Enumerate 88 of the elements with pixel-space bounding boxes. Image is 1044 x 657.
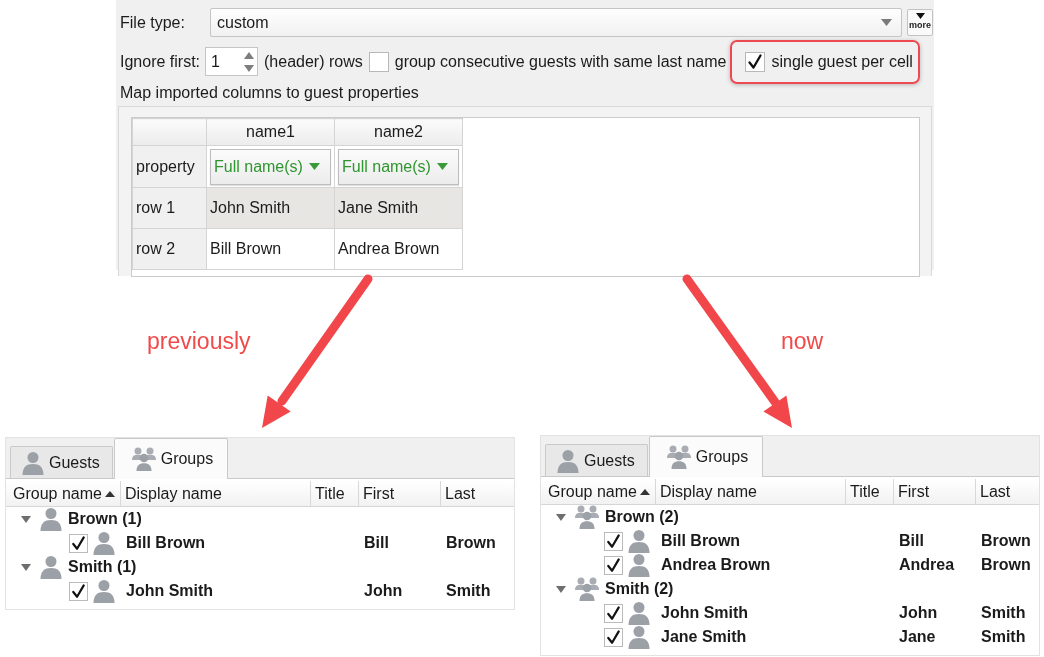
people-icon <box>130 447 157 471</box>
expand-caret-icon[interactable] <box>21 563 31 571</box>
person-icon <box>21 450 45 475</box>
ignore-rows-field[interactable]: 1 <box>205 47 259 76</box>
property-dropdown[interactable]: Full name(s) <box>338 148 459 185</box>
person-icon <box>627 601 651 625</box>
table-cell: Jane Smith <box>334 187 463 229</box>
column-header[interactable]: Display name <box>656 479 846 504</box>
display-name: Bill Brown <box>660 531 742 551</box>
column-header[interactable]: Title <box>846 479 894 504</box>
expand-caret-icon[interactable] <box>556 513 566 521</box>
last-name: Smith <box>980 603 1027 623</box>
caret-icon <box>881 19 892 26</box>
people-icon <box>574 577 600 601</box>
group-name: Smith (1) <box>68 557 137 577</box>
first-name: Bill <box>898 531 925 551</box>
caret-icon <box>437 163 448 170</box>
caret-icon <box>915 13 925 19</box>
caret-icon <box>309 163 320 170</box>
checkbox[interactable] <box>69 581 88 601</box>
last-name: Brown <box>980 531 1032 551</box>
person-icon <box>39 507 63 531</box>
last-name: Smith <box>445 581 492 601</box>
field-label: (header) rows <box>264 51 363 72</box>
display-name: John Smith <box>125 581 215 601</box>
checkbox[interactable] <box>368 51 389 72</box>
row-header: row 2 <box>132 228 207 270</box>
column-header[interactable]: Display name <box>121 481 311 506</box>
person-icon <box>92 579 116 603</box>
table-cell: Bill Brown <box>206 228 335 270</box>
checkbox-label: group consecutive guests with same last name <box>394 51 727 72</box>
checkbox[interactable] <box>604 603 623 623</box>
column-header[interactable]: First <box>894 479 976 504</box>
property-dropdown[interactable]: Full name(s) <box>210 148 331 185</box>
first-name: John <box>363 581 404 601</box>
group-name: Smith (2) <box>605 579 674 599</box>
display-name: Jane Smith <box>660 627 748 647</box>
people-icon <box>665 445 692 469</box>
tab[interactable]: Groups <box>113 438 229 479</box>
column-header: name2 <box>334 118 463 146</box>
person-icon <box>92 531 116 555</box>
tab[interactable]: Groups <box>648 436 764 477</box>
column-header[interactable]: Group name <box>9 481 121 506</box>
table-cell: Andrea Brown <box>334 228 463 270</box>
first-name: Andrea <box>898 555 956 575</box>
column-header[interactable]: Last <box>441 481 514 506</box>
first-name: Jane <box>898 627 937 647</box>
tab[interactable]: Guests <box>10 446 113 478</box>
person-icon <box>556 448 580 473</box>
annotation-label: previously <box>147 328 251 354</box>
checkbox[interactable] <box>745 51 766 72</box>
display-name: John Smith <box>660 603 750 623</box>
field-label: Ignore first: <box>120 51 201 72</box>
table-cell: John Smith <box>206 187 335 229</box>
checkbox[interactable] <box>604 627 623 647</box>
person-icon <box>627 625 651 649</box>
file-type-dropdown[interactable]: custom <box>210 8 902 37</box>
row-header: row 1 <box>132 187 207 229</box>
expand-caret-icon[interactable] <box>556 585 566 593</box>
display-name: Andrea Brown <box>660 555 772 575</box>
last-name: Brown <box>445 533 497 553</box>
more-button[interactable]: more <box>907 9 933 36</box>
last-name: Brown <box>980 555 1032 575</box>
field-label: File type: <box>120 12 186 33</box>
first-name: Bill <box>363 533 390 553</box>
people-icon <box>574 505 600 529</box>
expand-caret-icon[interactable] <box>21 515 31 523</box>
person-icon <box>627 553 651 577</box>
checkbox[interactable] <box>69 533 88 553</box>
person-icon <box>39 555 63 579</box>
section-label: Map imported columns to guest properties <box>120 83 420 103</box>
checkbox[interactable] <box>604 555 623 575</box>
tab[interactable]: Guests <box>545 444 648 476</box>
last-name: Smith <box>980 627 1027 647</box>
group-name: Brown (2) <box>605 507 679 527</box>
checkbox-label: single guest per cell <box>771 51 913 72</box>
column-header: name1 <box>206 118 335 146</box>
annotation-label: now <box>781 328 824 354</box>
column-header[interactable]: Title <box>311 481 359 506</box>
person-icon <box>627 529 651 553</box>
row-header: property <box>132 145 207 188</box>
checkbox[interactable] <box>604 531 623 551</box>
first-name: John <box>898 603 939 623</box>
column-header[interactable]: First <box>359 481 441 506</box>
display-name: Bill Brown <box>125 533 207 553</box>
column-header[interactable]: Last <box>976 479 1039 504</box>
group-name: Brown (1) <box>68 509 142 529</box>
column-header[interactable]: Group name <box>544 479 656 504</box>
